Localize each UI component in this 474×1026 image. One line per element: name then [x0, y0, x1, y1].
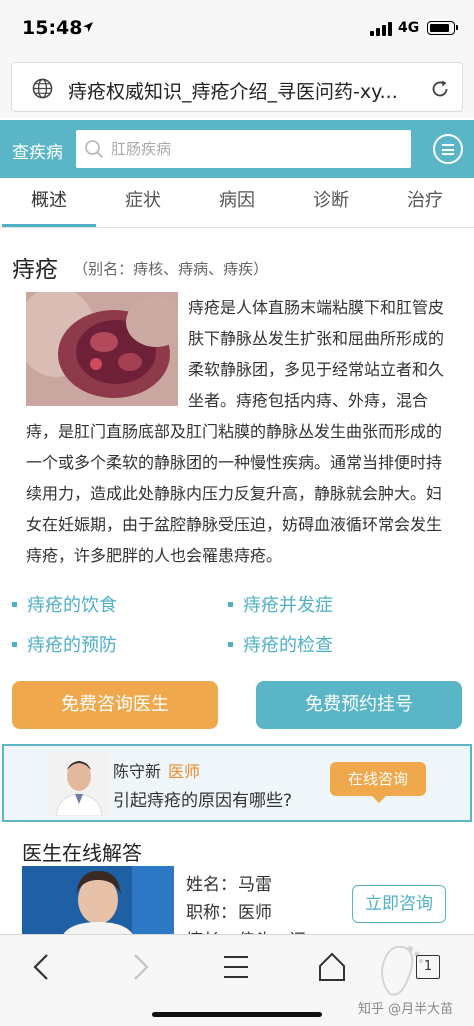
- menu-lines-icon[interactable]: [218, 949, 254, 985]
- forward-icon[interactable]: [122, 949, 158, 985]
- home-icon[interactable]: [314, 949, 350, 985]
- home-indicator: [152, 1012, 322, 1017]
- answer-doctor-photo-illustration: [22, 866, 174, 936]
- cellular-signal-icon: [370, 22, 394, 36]
- tab-symptoms[interactable]: 症状: [96, 178, 190, 227]
- article-line: 肤下静脉丛发生扩张和屈曲所形成的: [188, 329, 445, 348]
- consult-question[interactable]: 引起痔疮的原因有哪些?: [113, 786, 292, 811]
- online-answers-title: 医生在线解答: [22, 841, 142, 865]
- link-complications[interactable]: 痔疮并发症: [228, 591, 333, 617]
- back-icon[interactable]: [24, 949, 60, 985]
- battery-icon: [427, 21, 458, 35]
- globe-icon: [32, 78, 53, 99]
- section-tabs: 概述 症状 病因 诊断 治疗: [0, 178, 474, 228]
- tabs-count-icon[interactable]: 1: [416, 955, 440, 979]
- menu-icon[interactable]: [433, 134, 463, 164]
- doctor-consult-card[interactable]: 陈守新 医师 引起痔疮的原因有哪些? 在线咨询: [2, 744, 472, 822]
- location-arrow-icon: [83, 22, 93, 32]
- online-consult-button[interactable]: 在线咨询: [330, 762, 426, 803]
- article-line: 坐者。痔疮包括内痔、外痔，混合: [188, 391, 429, 410]
- answer-label-name: 姓名：: [186, 875, 237, 895]
- browser-address-area: 痔疮权威知识_痔疮介绍_寻医问药-xy...: [0, 56, 474, 118]
- tab-diagnosis[interactable]: 诊断: [284, 178, 378, 227]
- article-line: 一个或多个柔软的静脉团的一种慢性疾病。通常当排便时持: [26, 453, 443, 472]
- doctor-title: 医师: [168, 762, 201, 781]
- answer-doctor-photo: [22, 866, 174, 936]
- reload-icon[interactable]: [430, 79, 450, 99]
- search-icon: [85, 140, 104, 159]
- article-line: 痔，是肛门直肠底部及肛门粘膜的静脉丛发生曲张而形成的: [26, 422, 443, 441]
- watermark: 知乎 @月半大苗: [358, 1002, 454, 1017]
- doctor-avatar: [48, 752, 110, 816]
- article-line: 痔疮，许多肥胖的人也会罹患痔疮。: [26, 546, 283, 565]
- site-header: 查疾病: [0, 120, 474, 178]
- free-appointment-button[interactable]: 免费预约挂号: [256, 681, 462, 729]
- network-type: 4G: [398, 20, 420, 36]
- link-diet[interactable]: 痔疮的饮食: [12, 591, 117, 617]
- battery-fill: [430, 24, 449, 32]
- article-line: 女在妊娠期，由于盆腔静脉受压迫，妨碍血液循环常会发生: [26, 515, 443, 534]
- topic-links: 痔疮的饮食 痔疮并发症 痔疮的预防 痔疮的检查: [0, 583, 474, 663]
- page-title: 痔疮: [12, 257, 58, 283]
- url-text[interactable]: 痔疮权威知识_痔疮介绍_寻医问药-xy...: [68, 77, 424, 104]
- browser-toolbar: 1 知乎 @月半大苗: [0, 934, 474, 1026]
- status-bar: 15:48 4G: [0, 0, 474, 56]
- disease-aliases: （别名：痔核、痔病、痔疾）: [73, 260, 269, 278]
- link-examination[interactable]: 痔疮的检查: [228, 631, 333, 657]
- article-line: 柔软静脉团，多见于经常站立者和久: [188, 360, 445, 379]
- tabs-count: 1: [423, 959, 433, 974]
- doctor-avatar-illustration: [48, 752, 110, 816]
- tab-treatment[interactable]: 治疗: [378, 178, 472, 227]
- answer-value-title: 医师: [238, 903, 272, 923]
- condition-photo-illustration: [26, 292, 178, 406]
- condition-photo: [26, 292, 178, 406]
- tab-overview[interactable]: 概述: [2, 178, 96, 227]
- article-line: 续用力，造成此处静脉内压力反复升高，静脉就会肿大。妇: [26, 484, 443, 503]
- doctor-name: 陈守新: [113, 762, 162, 781]
- article-title-row: 痔疮 （别名：痔核、痔病、痔疾）: [12, 250, 268, 284]
- consult-now-button[interactable]: 立即咨询: [352, 885, 446, 923]
- tab-causes[interactable]: 病因: [190, 178, 284, 227]
- address-bar[interactable]: 痔疮权威知识_痔疮介绍_寻医问药-xy...: [11, 62, 463, 112]
- disease-search-label[interactable]: 查疾病: [12, 138, 63, 163]
- article-line: 痔疮是人体直肠末端粘膜下和肛管皮: [188, 298, 445, 317]
- answer-label-title: 职称：: [186, 903, 237, 923]
- status-time: 15:48: [22, 17, 83, 39]
- disease-search-input[interactable]: [111, 130, 401, 168]
- free-consult-button[interactable]: 免费咨询医生: [12, 681, 218, 729]
- answer-value-name: 马雷: [238, 875, 272, 895]
- link-prevention[interactable]: 痔疮的预防: [12, 631, 117, 657]
- disease-search-box[interactable]: [76, 130, 411, 168]
